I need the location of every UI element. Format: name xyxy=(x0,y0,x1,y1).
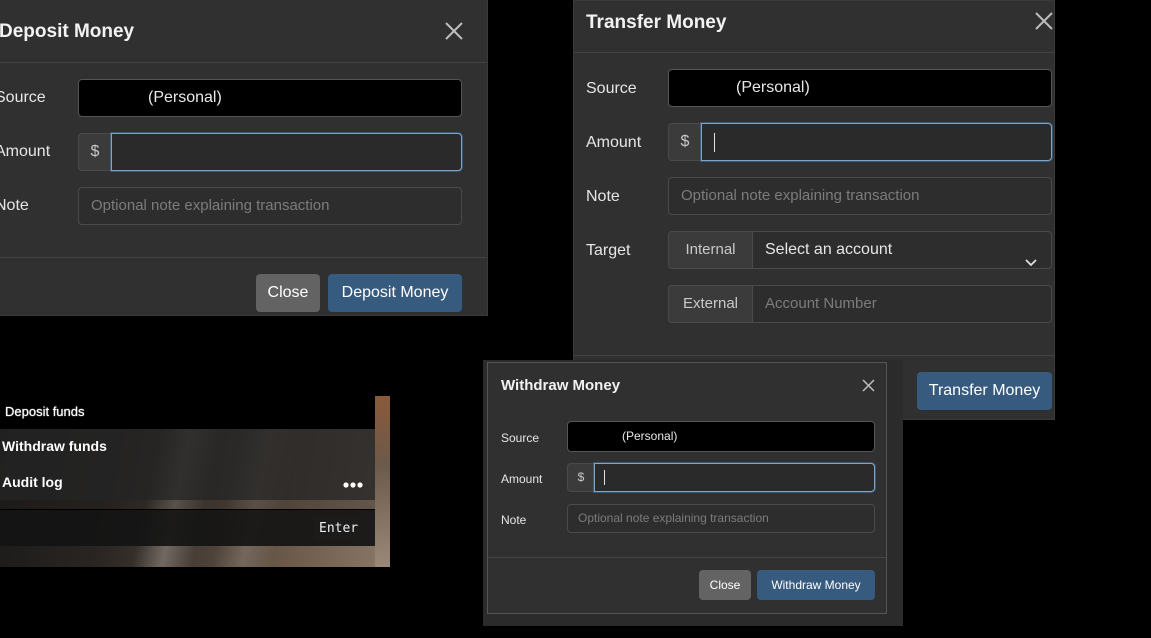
deposit-modal-title: Deposit Money xyxy=(0,21,135,42)
text-caret xyxy=(714,133,715,152)
transfer-modal: Transfer Money Source (Personal) Amount … xyxy=(573,0,1055,420)
transfer-modal-header: Transfer Money xyxy=(574,1,1054,53)
amount-input[interactable] xyxy=(701,123,1052,161)
account-number-input[interactable]: Account Number xyxy=(752,285,1052,323)
note-input[interactable]: Optional note explaining transaction xyxy=(78,187,462,225)
currency-addon: $ xyxy=(668,123,702,161)
source-value: (Personal) xyxy=(148,89,222,106)
internal-addon: Internal xyxy=(668,231,753,269)
enter-key[interactable]: Enter xyxy=(314,517,364,540)
footer-divider xyxy=(574,355,1054,356)
withdraw-modal-backdrop: Withdraw Money Source (Personal) Amount … xyxy=(483,360,903,626)
text-caret xyxy=(604,470,605,485)
withdraw-modal: Withdraw Money Source (Personal) Amount … xyxy=(487,362,887,614)
menu-item-withdraw-funds[interactable]: Withdraw funds xyxy=(0,429,375,464)
withdraw-money-button[interactable]: Withdraw Money xyxy=(757,570,875,600)
menu-item-label: Withdraw funds xyxy=(2,438,107,454)
menu-right-edge xyxy=(375,396,390,567)
account-select[interactable]: Select an account xyxy=(752,231,1052,269)
quick-action-menu: Deposit funds Withdraw funds Audit log E… xyxy=(0,396,390,567)
withdraw-modal-header: Withdraw Money xyxy=(488,363,886,407)
note-input[interactable]: Optional note explaining transaction xyxy=(668,177,1052,215)
source-value: (Personal) xyxy=(736,79,810,96)
transfer-modal-title: Transfer Money xyxy=(586,12,727,33)
deposit-modal: Deposit Money Source (Personal) Amount $… xyxy=(0,0,488,316)
account-select-value: Select an account xyxy=(765,241,893,258)
note-placeholder: Optional note explaining transaction xyxy=(681,187,920,204)
source-label: Source xyxy=(586,80,637,97)
note-label: Note xyxy=(586,188,620,205)
amount-label: Amount xyxy=(0,143,51,160)
source-value: (Personal) xyxy=(622,429,678,443)
note-label: Note xyxy=(0,197,29,214)
close-icon[interactable] xyxy=(1035,12,1053,30)
menu-item-label: Audit log xyxy=(2,474,63,490)
menu-item-deposit-funds[interactable]: Deposit funds xyxy=(0,396,375,429)
deposit-money-button[interactable]: Deposit Money xyxy=(328,274,462,312)
chevron-down-icon xyxy=(1025,245,1037,268)
footer-divider xyxy=(0,257,487,258)
deposit-modal-header: Deposit Money xyxy=(0,0,487,63)
menu-item-audit-log[interactable]: Audit log xyxy=(0,464,375,500)
note-placeholder: Optional note explaining transaction xyxy=(91,197,330,214)
command-input-bar[interactable]: Enter xyxy=(0,509,375,546)
footer-divider xyxy=(488,557,886,558)
source-field[interactable]: (Personal) xyxy=(567,421,875,452)
account-number-placeholder: Account Number xyxy=(765,295,877,312)
close-icon[interactable] xyxy=(445,22,463,40)
amount-input[interactable] xyxy=(594,463,875,492)
external-addon: External xyxy=(668,285,753,323)
more-dots-icon[interactable] xyxy=(343,476,363,492)
currency-addon: $ xyxy=(78,133,112,171)
close-icon[interactable] xyxy=(862,379,875,392)
withdraw-modal-title: Withdraw Money xyxy=(501,377,621,394)
amount-label: Amount xyxy=(501,472,543,486)
transfer-money-button[interactable]: Transfer Money xyxy=(917,372,1052,410)
amount-input[interactable] xyxy=(111,133,462,171)
currency-addon: $ xyxy=(567,463,595,492)
close-button[interactable]: Close xyxy=(256,274,320,312)
note-input[interactable]: Optional note explaining transaction xyxy=(567,504,875,533)
amount-label: Amount xyxy=(586,134,642,151)
note-placeholder: Optional note explaining transaction xyxy=(578,511,769,525)
source-label: Source xyxy=(501,431,540,445)
source-field[interactable]: (Personal) xyxy=(668,69,1052,107)
source-field[interactable]: (Personal) xyxy=(78,79,462,117)
menu-item-label: Deposit funds xyxy=(5,404,85,419)
close-button[interactable]: Close xyxy=(699,570,751,600)
source-label: Source xyxy=(0,89,46,106)
note-label: Note xyxy=(501,513,527,527)
target-label: Target xyxy=(586,242,631,259)
